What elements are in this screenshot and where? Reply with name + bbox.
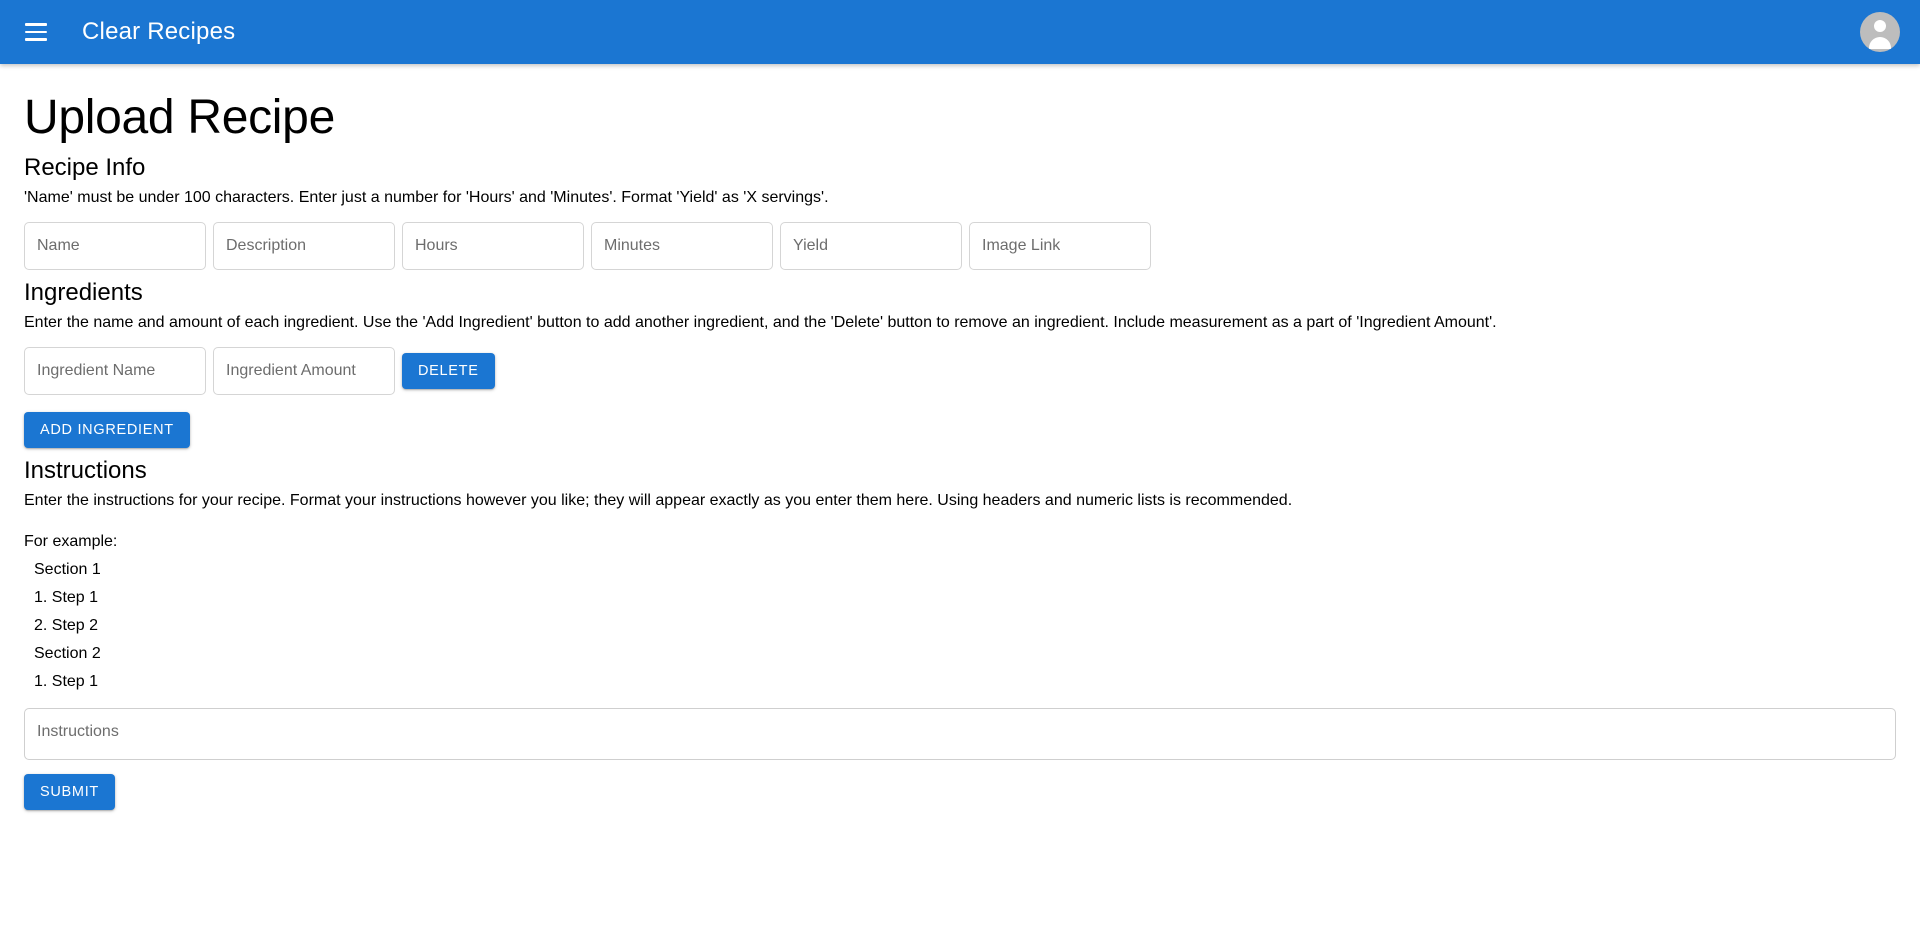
minutes-field-placeholder: Minutes — [604, 236, 661, 254]
hours-field-placeholder: Hours — [415, 236, 458, 254]
hours-field[interactable]: Hours — [402, 221, 584, 270]
ingredient-row: Ingredient Name Ingredient Amount DELETE — [24, 346, 1896, 395]
recipe-info-heading: Recipe Info — [24, 154, 146, 182]
recipe-info-field-row: Name Description Hours Minutes Yield Ima… — [24, 221, 1896, 270]
image-link-field-placeholder: Image Link — [982, 236, 1061, 254]
account-circle-icon[interactable] — [1860, 12, 1900, 52]
ingredient-amount-field[interactable]: Ingredient Amount — [213, 346, 395, 395]
example-line-step-1: 1. Step 1 — [34, 588, 99, 606]
ingredient-name-field[interactable]: Ingredient Name — [24, 346, 206, 395]
example-line-section-1: Section 1 — [34, 560, 101, 578]
description-field-placeholder: Description — [226, 236, 307, 254]
name-field[interactable]: Name — [24, 221, 206, 270]
menu-bar-2 — [25, 30, 47, 34]
example-line-section-2-step-1: 1. Step 1 — [34, 672, 99, 690]
image-link-field[interactable]: Image Link — [969, 221, 1151, 270]
menu-bar-3 — [25, 38, 47, 41]
instructions-heading: Instructions — [24, 456, 147, 484]
ingredients-heading: Ingredients — [24, 278, 143, 306]
submit-button[interactable]: SUBMIT — [24, 773, 115, 810]
yield-field[interactable]: Yield — [780, 221, 962, 270]
menu-bar-1 — [25, 23, 47, 26]
minutes-field[interactable]: Minutes — [591, 221, 773, 270]
ingredient-name-placeholder: Ingredient Name — [37, 361, 156, 379]
add-ingredient-button[interactable]: ADD INGREDIENT — [24, 411, 190, 448]
recipe-info-description: 'Name' must be under 100 characters. Ent… — [24, 189, 829, 207]
delete-ingredient-button[interactable]: DELETE — [402, 352, 495, 389]
ingredients-description: Enter the name and amount of each ingred… — [24, 313, 1497, 331]
app-title: Clear Recipes — [82, 18, 236, 45]
instructions-textarea-placeholder: Instructions — [37, 722, 119, 740]
description-field[interactable]: Description — [213, 221, 395, 270]
hamburger-menu-icon[interactable] — [16, 12, 56, 52]
instructions-description: Enter the instructions for your recipe. … — [24, 491, 1293, 509]
yield-field-placeholder: Yield — [793, 236, 828, 254]
page-title: Upload Recipe — [24, 91, 335, 144]
example-line-section-2: Section 2 — [34, 644, 101, 662]
name-field-placeholder: Name — [37, 236, 80, 254]
example-line-step-2: 2. Step 2 — [34, 616, 99, 634]
app-header: Clear Recipes — [0, 0, 1920, 64]
ingredient-amount-placeholder: Ingredient Amount — [226, 361, 356, 379]
example-label: For example: — [24, 532, 118, 550]
instructions-textarea[interactable]: Instructions — [24, 707, 1896, 760]
page-content: Upload Recipe Recipe Info 'Name' must be… — [0, 90, 1920, 810]
